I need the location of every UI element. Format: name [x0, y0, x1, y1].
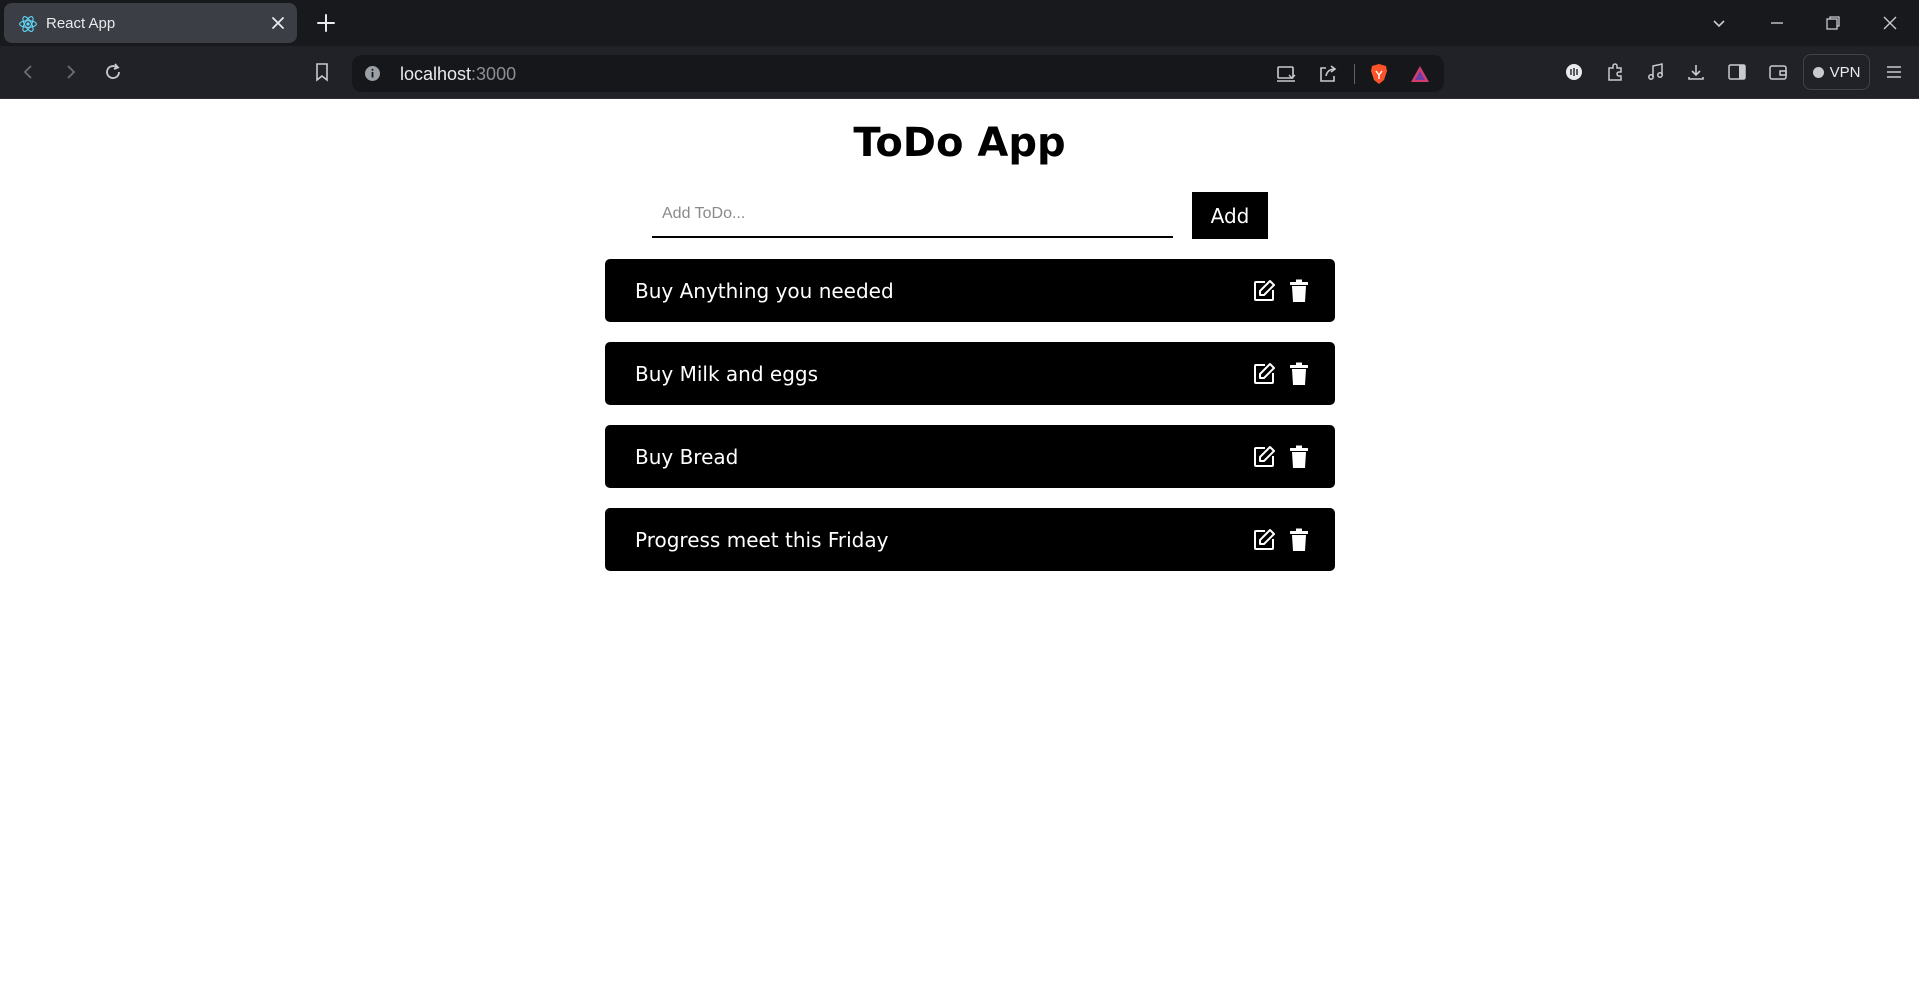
extensions-icon[interactable]: [1601, 58, 1629, 86]
brave-rewards-icon[interactable]: [1407, 61, 1433, 87]
download-icon[interactable]: [1682, 58, 1710, 86]
trash-icon[interactable]: [1289, 362, 1309, 386]
brave-shields-icon[interactable]: [1366, 61, 1392, 87]
todo-item: Buy Bread: [605, 425, 1335, 488]
todo-text: Buy Milk and eggs: [635, 362, 818, 386]
add-button[interactable]: Add: [1192, 192, 1268, 239]
page-title: ToDo App: [853, 120, 1066, 166]
todo-item: Progress meet this Friday: [605, 508, 1335, 571]
vpn-status-icon: [1812, 66, 1824, 78]
forward-icon[interactable]: [56, 58, 84, 86]
todo-item: Buy Milk and eggs: [605, 342, 1335, 405]
browser-tab[interactable]: React App: [4, 3, 297, 43]
url-separator: [1354, 64, 1355, 84]
address-bar[interactable]: localhost:3000: [352, 55, 1444, 92]
todo-list: Buy Anything you needed Buy Milk and egg…: [605, 259, 1335, 591]
wallet-icon[interactable]: [1764, 58, 1792, 86]
vpn-button[interactable]: VPN: [1803, 54, 1870, 90]
todo-item: Buy Anything you needed: [605, 259, 1335, 322]
edit-icon[interactable]: [1252, 445, 1276, 469]
tab-search-icon[interactable]: [1702, 6, 1736, 40]
react-logo-icon: [19, 16, 37, 32]
new-tab-icon[interactable]: [314, 11, 338, 35]
reload-icon[interactable]: [99, 58, 127, 86]
add-todo-input[interactable]: [652, 192, 1173, 238]
close-window-icon[interactable]: [1873, 6, 1907, 40]
url-text[interactable]: localhost:3000: [400, 64, 516, 85]
edit-icon[interactable]: [1252, 362, 1276, 386]
sidebar-icon[interactable]: [1723, 58, 1751, 86]
page: ToDo App Add Buy Anything you needed Buy…: [0, 100, 1919, 1008]
todo-text: Buy Bread: [635, 445, 739, 469]
close-tab-icon[interactable]: [269, 14, 287, 32]
todo-text: Progress meet this Friday: [635, 528, 889, 552]
back-icon[interactable]: [15, 58, 43, 86]
leo-ai-icon[interactable]: [1560, 58, 1588, 86]
edit-icon[interactable]: [1252, 279, 1276, 303]
browser-toolbar: localhost:3000 VPN: [0, 46, 1919, 99]
todo-text: Buy Anything you needed: [635, 279, 894, 303]
edit-icon[interactable]: [1252, 528, 1276, 552]
media-icon[interactable]: [1642, 58, 1670, 86]
site-info-icon[interactable]: [364, 65, 381, 82]
restore-icon[interactable]: [1816, 6, 1850, 40]
browser-titlebar: React App: [0, 0, 1919, 46]
minimize-icon[interactable]: [1760, 6, 1794, 40]
cast-icon[interactable]: [1273, 61, 1299, 87]
tab-title: React App: [46, 15, 116, 32]
url-port: :3000: [471, 64, 517, 84]
vpn-label: VPN: [1829, 63, 1861, 81]
bookmark-icon[interactable]: [308, 58, 336, 86]
menu-icon[interactable]: [1880, 58, 1908, 86]
trash-icon[interactable]: [1289, 445, 1309, 469]
url-host: localhost: [400, 64, 472, 84]
trash-icon[interactable]: [1289, 528, 1309, 552]
share-icon[interactable]: [1315, 61, 1341, 87]
trash-icon[interactable]: [1289, 279, 1309, 303]
